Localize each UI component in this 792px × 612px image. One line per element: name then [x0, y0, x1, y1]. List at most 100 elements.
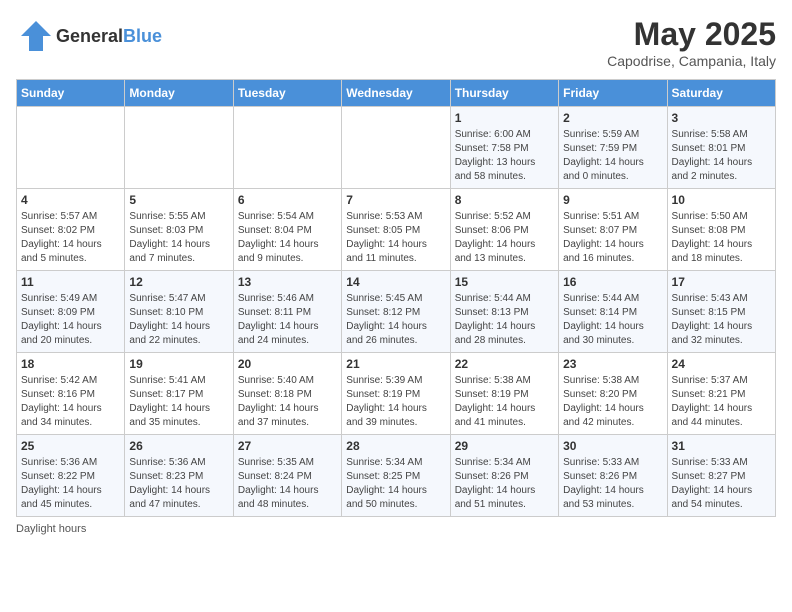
day-number: 8 — [455, 193, 554, 207]
calendar-cell: 29 Sunrise: 5:34 AMSunset: 8:26 PMDayligh… — [450, 435, 558, 517]
day-info: Sunrise: 5:44 AMSunset: 8:13 PMDaylight:… — [455, 292, 554, 348]
day-info: Sunrise: 5:38 AMSunset: 8:19 PMDaylight:… — [455, 374, 554, 430]
day-number: 17 — [672, 275, 771, 289]
day-number: 24 — [672, 357, 771, 371]
day-number: 3 — [672, 111, 771, 125]
calendar-week-row: 4 Sunrise: 5:57 AMSunset: 8:02 PMDaylight… — [17, 189, 776, 271]
calendar-day-header: Friday — [559, 80, 667, 107]
calendar-cell: 18 Sunrise: 5:42 AMSunset: 8:16 PMDayligh… — [17, 353, 125, 435]
day-info: Sunrise: 5:36 AMSunset: 8:23 PMDaylight:… — [129, 456, 228, 512]
day-info: Sunrise: 5:50 AMSunset: 8:08 PMDaylight:… — [672, 210, 771, 266]
day-info: Sunrise: 5:49 AMSunset: 8:09 PMDaylight:… — [21, 292, 120, 348]
calendar-cell — [17, 107, 125, 189]
calendar-cell: 13 Sunrise: 5:46 AMSunset: 8:11 PMDayligh… — [233, 271, 341, 353]
calendar-cell: 26 Sunrise: 5:36 AMSunset: 8:23 PMDayligh… — [125, 435, 233, 517]
calendar-cell: 28 Sunrise: 5:34 AMSunset: 8:25 PMDayligh… — [342, 435, 450, 517]
calendar-cell: 3 Sunrise: 5:58 AMSunset: 8:01 PMDaylight… — [667, 107, 775, 189]
calendar-cell: 9Sunrise: 5:51 AMSunset: 8:07 PMDaylight… — [559, 189, 667, 271]
day-number: 26 — [129, 439, 228, 453]
calendar-cell: 16 Sunrise: 5:44 AMSunset: 8:14 PMDayligh… — [559, 271, 667, 353]
day-info: Sunrise: 5:58 AMSunset: 8:01 PMDaylight:… — [672, 128, 771, 184]
calendar-cell: 27 Sunrise: 5:35 AMSunset: 8:24 PMDayligh… — [233, 435, 341, 517]
calendar-cell: 21 Sunrise: 5:39 AMSunset: 8:19 PMDayligh… — [342, 353, 450, 435]
day-info: Sunrise: 5:47 AMSunset: 8:10 PMDaylight:… — [129, 292, 228, 348]
day-number: 30 — [563, 439, 662, 453]
day-number: 5 — [129, 193, 228, 207]
calendar-cell: 5 Sunrise: 5:55 AMSunset: 8:03 PMDaylight… — [125, 189, 233, 271]
day-info: Sunrise: 5:39 AMSunset: 8:19 PMDaylight:… — [346, 374, 445, 430]
calendar-cell — [125, 107, 233, 189]
day-number: 22 — [455, 357, 554, 371]
calendar-table: SundayMondayTuesdayWednesdayThursdayFrid… — [16, 79, 776, 517]
day-number: 15 — [455, 275, 554, 289]
logo-icon — [16, 16, 56, 56]
day-info: Sunrise: 5:41 AMSunset: 8:17 PMDaylight:… — [129, 374, 228, 430]
calendar-day-header: Tuesday — [233, 80, 341, 107]
day-info: Sunrise: 5:34 AMSunset: 8:26 PMDaylight:… — [455, 456, 554, 512]
day-info: Sunrise: 5:54 AMSunset: 8:04 PMDaylight:… — [238, 210, 337, 266]
day-info: Sunrise: 5:40 AMSunset: 8:18 PMDaylight:… — [238, 374, 337, 430]
title-area: May 2025 Capodrise, Campania, Italy — [607, 16, 776, 69]
calendar-day-header: Sunday — [17, 80, 125, 107]
calendar-cell: 6 Sunrise: 5:54 AMSunset: 8:04 PMDaylight… — [233, 189, 341, 271]
day-info: Sunrise: 5:36 AMSunset: 8:22 PMDaylight:… — [21, 456, 120, 512]
logo-general: General — [56, 26, 123, 46]
calendar-cell: 11 Sunrise: 5:49 AMSunset: 8:09 PMDayligh… — [17, 271, 125, 353]
day-number: 21 — [346, 357, 445, 371]
day-number: 1 — [455, 111, 554, 125]
day-info: Sunrise: 5:38 AMSunset: 8:20 PMDaylight:… — [563, 374, 662, 430]
day-number: 2 — [563, 111, 662, 125]
day-number: 29 — [455, 439, 554, 453]
day-info: Sunrise: 5:34 AMSunset: 8:25 PMDaylight:… — [346, 456, 445, 512]
day-info: Sunrise: 5:33 AMSunset: 8:27 PMDaylight:… — [672, 456, 771, 512]
day-info: Sunrise: 5:57 AMSunset: 8:02 PMDaylight:… — [21, 210, 120, 266]
calendar-cell: 24Sunrise: 5:37 AMSunset: 8:21 PMDayligh… — [667, 353, 775, 435]
calendar-cell: 2 Sunrise: 5:59 AMSunset: 7:59 PMDaylight… — [559, 107, 667, 189]
calendar-cell: 20 Sunrise: 5:40 AMSunset: 8:18 PMDayligh… — [233, 353, 341, 435]
day-number: 23 — [563, 357, 662, 371]
day-info: Sunrise: 5:42 AMSunset: 8:16 PMDaylight:… — [21, 374, 120, 430]
calendar-cell: 25 Sunrise: 5:36 AMSunset: 8:22 PMDayligh… — [17, 435, 125, 517]
calendar-cell: 19 Sunrise: 5:41 AMSunset: 8:17 PMDayligh… — [125, 353, 233, 435]
day-number: 13 — [238, 275, 337, 289]
month-title: May 2025 — [607, 16, 776, 53]
day-number: 27 — [238, 439, 337, 453]
calendar-week-row: 18 Sunrise: 5:42 AMSunset: 8:16 PMDayligh… — [17, 353, 776, 435]
day-info: Sunrise: 5:53 AMSunset: 8:05 PMDaylight:… — [346, 210, 445, 266]
day-info: Sunrise: 5:59 AMSunset: 7:59 PMDaylight:… — [563, 128, 662, 184]
day-number: 10 — [672, 193, 771, 207]
location-subtitle: Capodrise, Campania, Italy — [607, 53, 776, 69]
calendar-cell — [342, 107, 450, 189]
calendar-cell: 14Sunrise: 5:45 AMSunset: 8:12 PMDayligh… — [342, 271, 450, 353]
day-number: 28 — [346, 439, 445, 453]
day-number: 4 — [21, 193, 120, 207]
day-info: Sunrise: 5:46 AMSunset: 8:11 PMDaylight:… — [238, 292, 337, 348]
page-header: GeneralBlue May 2025 Capodrise, Campania… — [16, 16, 776, 69]
day-number: 18 — [21, 357, 120, 371]
calendar-day-header: Monday — [125, 80, 233, 107]
day-number: 25 — [21, 439, 120, 453]
calendar-cell: 8Sunrise: 5:52 AMSunset: 8:06 PMDaylight… — [450, 189, 558, 271]
calendar-cell: 17 Sunrise: 5:43 AMSunset: 8:15 PMDayligh… — [667, 271, 775, 353]
day-number: 19 — [129, 357, 228, 371]
day-info: Sunrise: 6:00 AMSunset: 7:58 PMDaylight:… — [455, 128, 554, 184]
day-number: 6 — [238, 193, 337, 207]
calendar-cell: 7 Sunrise: 5:53 AMSunset: 8:05 PMDaylight… — [342, 189, 450, 271]
day-number: 11 — [21, 275, 120, 289]
calendar-cell: 31Sunrise: 5:33 AMSunset: 8:27 PMDayligh… — [667, 435, 775, 517]
daylight-note: Daylight hours — [16, 523, 86, 535]
day-info: Sunrise: 5:35 AMSunset: 8:24 PMDaylight:… — [238, 456, 337, 512]
calendar-day-header: Wednesday — [342, 80, 450, 107]
day-info: Sunrise: 5:45 AMSunset: 8:12 PMDaylight:… — [346, 292, 445, 348]
calendar-week-row: 11 Sunrise: 5:49 AMSunset: 8:09 PMDayligh… — [17, 271, 776, 353]
day-info: Sunrise: 5:55 AMSunset: 8:03 PMDaylight:… — [129, 210, 228, 266]
calendar-header-row: SundayMondayTuesdayWednesdayThursdayFrid… — [17, 80, 776, 107]
day-info: Sunrise: 5:44 AMSunset: 8:14 PMDaylight:… — [563, 292, 662, 348]
day-number: 9 — [563, 193, 662, 207]
day-info: Sunrise: 5:43 AMSunset: 8:15 PMDaylight:… — [672, 292, 771, 348]
day-number: 7 — [346, 193, 445, 207]
calendar-cell: 10 Sunrise: 5:50 AMSunset: 8:08 PMDayligh… — [667, 189, 775, 271]
footer-note: Daylight hours — [16, 523, 776, 535]
day-number: 20 — [238, 357, 337, 371]
day-number: 16 — [563, 275, 662, 289]
